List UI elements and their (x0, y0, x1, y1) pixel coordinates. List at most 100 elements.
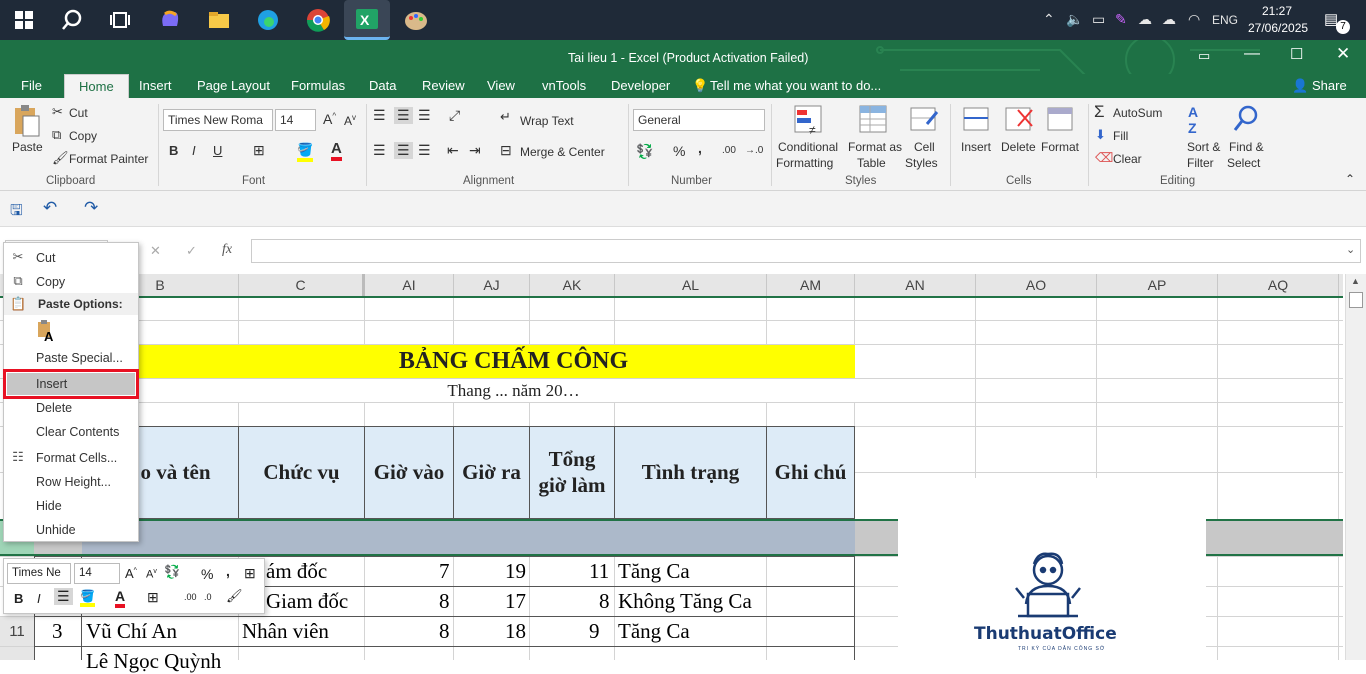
menu-item-format-cells[interactable]: Format Cells... (36, 451, 117, 465)
format-painter-button[interactable]: Format Painter (69, 152, 148, 166)
decrease-font-icon[interactable]: Av (344, 113, 356, 128)
share-button[interactable]: Share (1312, 78, 1347, 93)
mini-increase-decimal-icon[interactable]: .00 (184, 592, 197, 602)
cancel-formula-icon[interactable]: ✕ (150, 243, 161, 259)
menu-item-insert[interactable]: Insert (36, 377, 67, 391)
mini-italic-button[interactable]: I (37, 591, 41, 606)
menu-item-copy[interactable]: Copy (36, 275, 65, 289)
mini-font-select[interactable]: Times Ne (7, 563, 71, 584)
minimize-button[interactable]: — (1244, 45, 1260, 63)
column-header-c[interactable]: C (239, 274, 365, 296)
search-icon[interactable] (58, 6, 86, 34)
font-color-icon[interactable]: A (331, 140, 342, 161)
header-notes[interactable]: Ghi chú (766, 426, 855, 519)
tab-data[interactable]: Data (369, 78, 396, 93)
enter-formula-icon[interactable]: ✓ (186, 243, 197, 259)
increase-font-icon[interactable]: A^ (323, 111, 336, 127)
mini-bold-button[interactable]: B (14, 591, 23, 606)
decrease-decimal-icon[interactable]: →.0 (745, 145, 763, 156)
mini-accounting-icon[interactable]: 💱 (164, 564, 180, 580)
menu-item-row-height[interactable]: Row Height... (36, 475, 111, 489)
copilot-icon[interactable] (156, 6, 184, 34)
undo-icon[interactable]: ↶ (43, 198, 57, 218)
column-header-am[interactable]: AM (767, 274, 855, 296)
close-button[interactable]: ✕ (1336, 44, 1350, 64)
tab-formulas[interactable]: Formulas (291, 78, 345, 93)
find-select-button[interactable]: Find & (1229, 140, 1264, 154)
autosum-button[interactable]: AutoSum (1113, 106, 1162, 120)
mini-decrease-decimal-icon[interactable]: .0 (204, 592, 212, 602)
chrome-icon[interactable] (304, 6, 332, 34)
format-cells-button[interactable]: Format (1041, 140, 1079, 154)
menu-item-unhide[interactable]: Unhide (36, 523, 76, 537)
column-header-aj[interactable]: AJ (454, 274, 530, 296)
mini-font-color-icon[interactable]: A (115, 588, 126, 608)
menu-item-clear-contents[interactable]: Clear Contents (36, 425, 119, 439)
sheet-title-cell[interactable]: BẢNG CHẤM CÔNG (82, 345, 855, 378)
collapse-ribbon-icon[interactable]: ⌃ (1345, 172, 1355, 186)
borders-icon[interactable]: ⊞ (253, 142, 265, 159)
pen-icon[interactable]: ✎ (1115, 11, 1127, 28)
mini-increase-font-icon[interactable]: A^ (125, 566, 137, 581)
row-header-12[interactable] (0, 647, 34, 660)
clock-date[interactable]: 27/06/2025 (1248, 21, 1308, 35)
column-header-al[interactable]: AL (615, 274, 767, 296)
task-view-icon[interactable] (106, 6, 134, 34)
excel-taskbar-icon[interactable]: X (344, 0, 390, 40)
paint-icon[interactable] (402, 6, 430, 34)
edge-icon[interactable] (254, 6, 282, 34)
fill-button[interactable]: Fill (1113, 129, 1128, 143)
font-name-select[interactable]: Times New Roma (163, 109, 273, 131)
number-format-select[interactable]: General (633, 109, 765, 131)
maximize-button[interactable]: ☐ (1290, 45, 1303, 63)
tab-vntools[interactable]: vnTools (542, 78, 586, 93)
font-size-select[interactable]: 14 (275, 109, 316, 131)
paste-option-keep-text-icon[interactable]: A (36, 320, 58, 344)
menu-item-cut[interactable]: Cut (36, 251, 55, 265)
tab-view[interactable]: View (487, 78, 515, 93)
comma-button[interactable]: , (698, 140, 702, 156)
column-header-ap[interactable]: AP (1097, 274, 1218, 296)
tab-home[interactable]: Home (64, 74, 129, 98)
column-header-an[interactable]: AN (855, 274, 976, 296)
menu-item-paste-special[interactable]: Paste Special... (36, 351, 123, 365)
ribbon-display-icon[interactable]: ▭ (1198, 48, 1210, 64)
align-bottom-icon[interactable]: ☰ (418, 107, 431, 124)
column-header-ai[interactable]: AI (365, 274, 454, 296)
column-header-aq[interactable]: AQ (1218, 274, 1339, 296)
format-as-table-button[interactable]: Format as (848, 140, 902, 154)
language-indicator[interactable]: ENG (1212, 13, 1238, 27)
decrease-indent-icon[interactable]: ⇤ (447, 142, 459, 159)
redo-icon[interactable]: ↷ (84, 198, 98, 218)
cut-button[interactable]: Cut (69, 106, 88, 120)
paste-button[interactable]: Paste (12, 140, 43, 154)
scroll-up-icon[interactable]: ▲ (1351, 276, 1360, 286)
mini-align-center-icon[interactable]: ☰ (54, 588, 73, 605)
menu-item-hide[interactable]: Hide (36, 499, 62, 513)
wifi-icon[interactable]: ◠ (1188, 11, 1200, 28)
header-time-out[interactable]: Giờ ra (453, 426, 530, 519)
tab-developer[interactable]: Developer (611, 78, 670, 93)
tab-insert[interactable]: Insert (139, 78, 172, 93)
increase-indent-icon[interactable]: ⇥ (469, 142, 481, 159)
header-role[interactable]: Chức vụ (238, 426, 365, 519)
insert-function-icon[interactable]: fx (222, 242, 232, 258)
expand-formula-icon[interactable]: ⌄ (1346, 243, 1355, 256)
cell-styles-button[interactable]: Cell (914, 140, 935, 154)
volume-icon[interactable]: 🔈 (1066, 11, 1083, 28)
onedrive-icon[interactable]: ☁ (1162, 11, 1176, 28)
column-header-ak[interactable]: AK (530, 274, 615, 296)
tab-page-layout[interactable]: Page Layout (197, 78, 270, 93)
accounting-icon[interactable]: 💱 (636, 143, 653, 160)
sheet-subtitle-cell[interactable]: Thang ... năm 20… (82, 379, 855, 402)
mini-format-painter-icon[interactable]: 🖌 (226, 588, 243, 604)
mini-fill-color-icon[interactable]: 🪣 (80, 589, 95, 607)
clear-button[interactable]: Clear (1113, 152, 1142, 166)
orientation-icon[interactable]: ⤢ (449, 107, 460, 124)
align-center-icon[interactable]: ☰ (394, 142, 413, 159)
italic-button[interactable]: I (192, 143, 196, 158)
tab-file[interactable]: File (21, 78, 42, 93)
mini-decrease-font-icon[interactable]: Av (146, 568, 157, 581)
scroll-thumb[interactable] (1349, 292, 1363, 308)
header-status[interactable]: Tình trạng (614, 426, 767, 519)
